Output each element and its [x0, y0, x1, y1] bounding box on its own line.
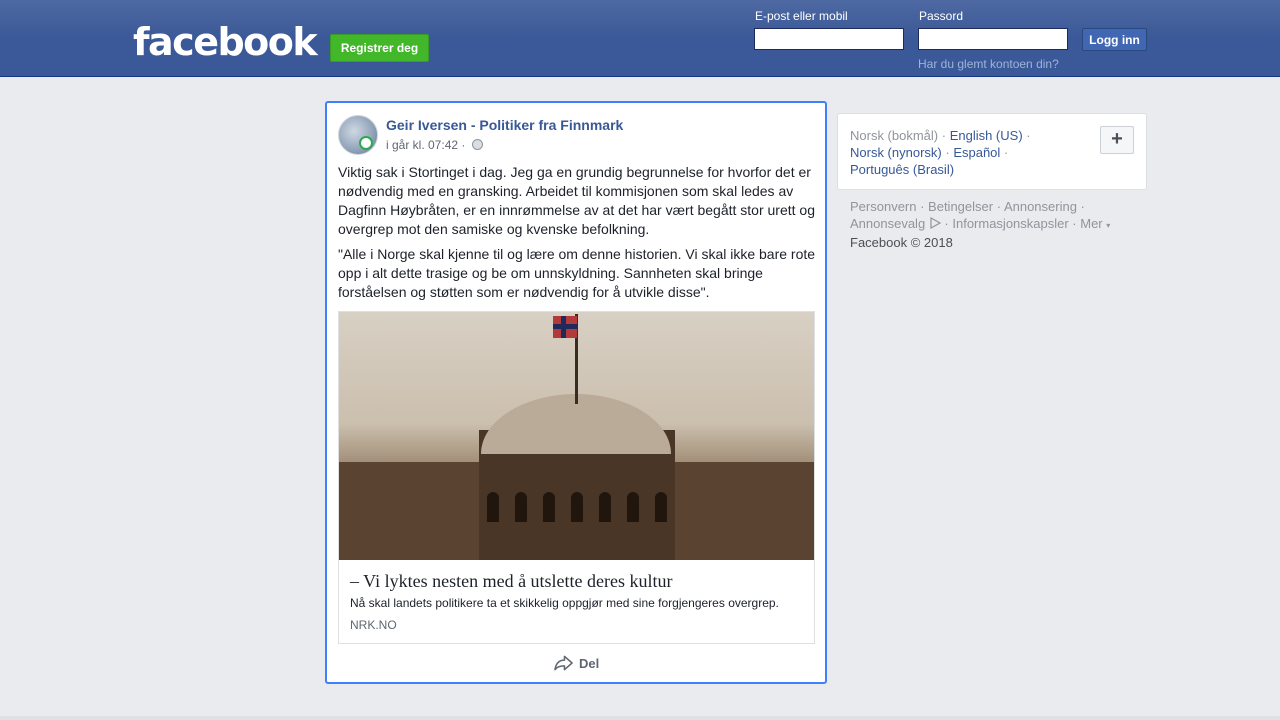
link-description: Nå skal landets politikere ta et skikkel…	[350, 596, 779, 610]
footer-links: Personvern · Betingelser · Annonsering ·…	[850, 199, 1111, 250]
email-input[interactable]	[754, 28, 904, 50]
language-portugues[interactable]: Português (Brasil)	[850, 162, 954, 177]
link-preview-image[interactable]	[339, 312, 814, 560]
share-button[interactable]: Del	[554, 655, 599, 671]
footer-link-advertising[interactable]: Annonsering	[1004, 199, 1077, 214]
copyright: Facebook © 2018	[850, 235, 953, 250]
footer-link-privacy[interactable]: Personvern	[850, 199, 916, 214]
author-avatar[interactable]	[338, 115, 378, 155]
language-english[interactable]: English (US)	[950, 128, 1023, 143]
norwegian-flag-icon	[553, 316, 577, 338]
more-languages-button[interactable]: +	[1100, 126, 1134, 154]
globe-icon	[471, 139, 483, 150]
post-author[interactable]: Geir Iversen - Politiker fra Finnmark	[386, 117, 623, 133]
language-espanol[interactable]: Español	[953, 145, 1000, 160]
forgot-account-link[interactable]: Har du glemt kontoen din?	[918, 57, 1059, 71]
language-list: Norsk (bokmål) · English (US) · Norsk (n…	[850, 128, 1031, 177]
footer-link-cookies[interactable]: Informasjonskapsler	[952, 216, 1068, 231]
post-timestamp[interactable]: i går kl. 07:42 ·	[386, 138, 465, 152]
email-label: E-post eller mobil	[755, 9, 848, 23]
link-title[interactable]: – Vi lyktes nesten med å utslette deres …	[350, 570, 803, 592]
post-card: Geir Iversen - Politiker fra Finnmark i …	[325, 101, 827, 684]
post-meta: i går kl. 07:42 ·	[386, 138, 483, 152]
post-text: Viktig sak i Stortinget i dag. Jeg ga en…	[338, 163, 816, 308]
post-paragraph: "Alle i Norge skal kjenne til og lære om…	[338, 246, 816, 300]
bottom-bar	[0, 716, 1280, 720]
share-icon	[554, 655, 573, 671]
avatar-badge-icon	[359, 136, 373, 150]
password-input[interactable]	[918, 28, 1068, 50]
caret-down-icon: ▾	[1106, 221, 1111, 230]
link-domain: NRK.NO	[350, 618, 397, 632]
post-paragraph: Viktig sak i Stortinget i dag. Jeg ga en…	[338, 164, 815, 237]
link-preview[interactable]: – Vi lyktes nesten med å utslette deres …	[338, 311, 815, 644]
language-nynorsk[interactable]: Norsk (nynorsk)	[850, 145, 942, 160]
ad-choices-icon	[930, 216, 942, 230]
register-button[interactable]: Registrer deg	[330, 34, 429, 62]
footer-link-ad-choices[interactable]: Annonsevalg	[850, 216, 925, 231]
login-button[interactable]: Logg inn	[1082, 28, 1147, 51]
language-current: Norsk (bokmål)	[850, 128, 939, 143]
footer-link-terms[interactable]: Betingelser	[928, 199, 993, 214]
facebook-logo[interactable]: facebook	[133, 20, 318, 64]
footer-link-more[interactable]: Mer ▾	[1080, 216, 1110, 231]
password-label: Passord	[919, 9, 964, 23]
top-bar: facebook Registrer deg E-post eller mobi…	[0, 0, 1280, 77]
language-box: Norsk (bokmål) · English (US) · Norsk (n…	[837, 113, 1147, 190]
share-label: Del	[579, 655, 600, 671]
link-preview-body: – Vi lyktes nesten med å utslette deres …	[339, 560, 814, 642]
